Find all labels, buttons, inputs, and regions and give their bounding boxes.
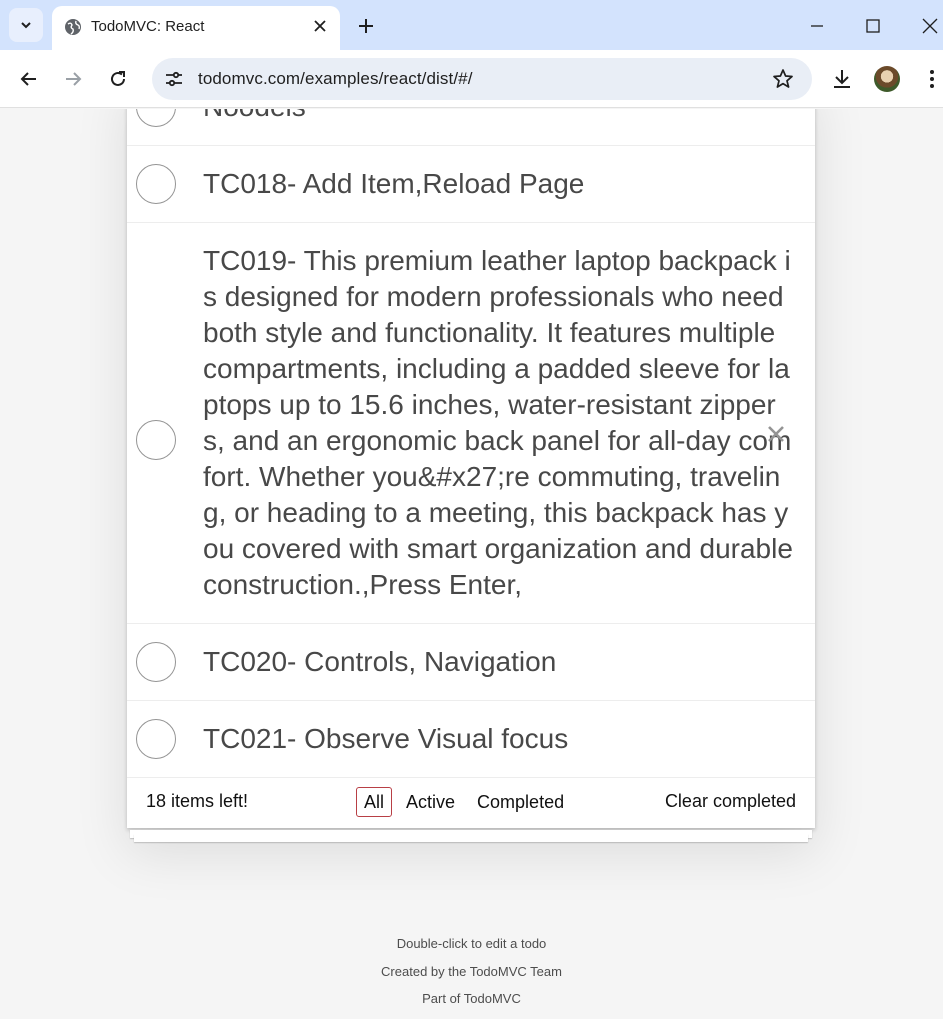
tab-search-button[interactable]: [9, 8, 43, 42]
url-text[interactable]: todomvc.com/examples/react/dist/#/: [198, 69, 473, 89]
filter-all[interactable]: All: [356, 787, 393, 817]
minimize-icon: [811, 25, 823, 27]
arrow-left-icon: [20, 72, 36, 86]
todo-item[interactable]: TC020- Controls, Navigation: [127, 624, 815, 701]
todo-toggle[interactable]: [136, 642, 176, 682]
filter-tabs: All Active Completed: [353, 787, 575, 817]
filter-active[interactable]: Active: [398, 787, 463, 817]
new-tab-button[interactable]: [354, 14, 378, 38]
maximize-button[interactable]: [861, 14, 885, 38]
todo-label[interactable]: Noodels: [127, 109, 815, 145]
maximize-icon: [866, 19, 880, 33]
todo-list: Noodels TC018- Add Item,Reload Page TC01…: [127, 109, 815, 828]
todo-label[interactable]: TC018- Add Item,Reload Page: [127, 146, 815, 222]
close-icon: [922, 18, 938, 34]
globe-icon: [64, 18, 82, 41]
forward-button[interactable]: [59, 65, 87, 93]
close-tab-icon[interactable]: [310, 16, 330, 36]
close-window-button[interactable]: [918, 14, 942, 38]
todo-toggle[interactable]: [136, 719, 176, 759]
list-stack-shadow: [134, 834, 808, 842]
plus-icon: [359, 19, 373, 33]
menu-button[interactable]: [918, 65, 943, 93]
delete-icon[interactable]: [765, 423, 787, 445]
downloads-button[interactable]: [828, 65, 856, 93]
tab-strip: TodoMVC: React: [0, 0, 943, 50]
back-button[interactable]: [15, 65, 43, 93]
todo-label[interactable]: TC019- This premium leather laptop backp…: [127, 223, 815, 623]
browser-tab[interactable]: TodoMVC: React: [52, 6, 340, 50]
profile-avatar[interactable]: [874, 66, 900, 92]
bookmark-star-icon[interactable]: [772, 68, 794, 95]
items-left-count: 18 items left!: [146, 791, 249, 811]
tab-title: TodoMVC: React: [91, 18, 205, 35]
todo-label[interactable]: TC020- Controls, Navigation: [127, 624, 815, 700]
info-credits: Created by the TodoMVC Team: [381, 964, 562, 979]
chevron-down-icon: [21, 22, 31, 29]
todo-item[interactable]: TC021- Observe Visual focus: [127, 701, 815, 778]
reload-icon: [111, 71, 125, 86]
clear-completed-button[interactable]: Clear completed: [665, 791, 796, 812]
todo-label[interactable]: TC021- Observe Visual focus: [127, 701, 815, 777]
todo-toggle[interactable]: [136, 164, 176, 204]
address-bar[interactable]: todomvc.com/examples/react/dist/#/: [152, 58, 812, 100]
reload-button[interactable]: [104, 65, 132, 93]
browser-toolbar: todomvc.com/examples/react/dist/#/: [0, 50, 943, 108]
minimize-button[interactable]: [805, 14, 829, 38]
todo-toggle[interactable]: [136, 420, 176, 460]
todo-item-hovered[interactable]: TC019- This premium leather laptop backp…: [127, 223, 815, 624]
todo-item[interactable]: Noodels: [127, 109, 815, 146]
filter-completed[interactable]: Completed: [469, 787, 572, 817]
download-icon: [834, 70, 850, 88]
todo-footer: 18 items left! All Active Completed Clea…: [127, 778, 815, 828]
todo-item[interactable]: TC018- Add Item,Reload Page: [127, 146, 815, 223]
info-part-of: Part of TodoMVC: [422, 991, 521, 1006]
info-edit-hint: Double-click to edit a todo: [396, 936, 547, 951]
arrow-right-icon: [66, 72, 82, 86]
more-vert-icon: [930, 70, 934, 88]
page-viewport: Noodels TC018- Add Item,Reload Page TC01…: [0, 109, 943, 1019]
site-info-icon[interactable]: [164, 69, 184, 94]
